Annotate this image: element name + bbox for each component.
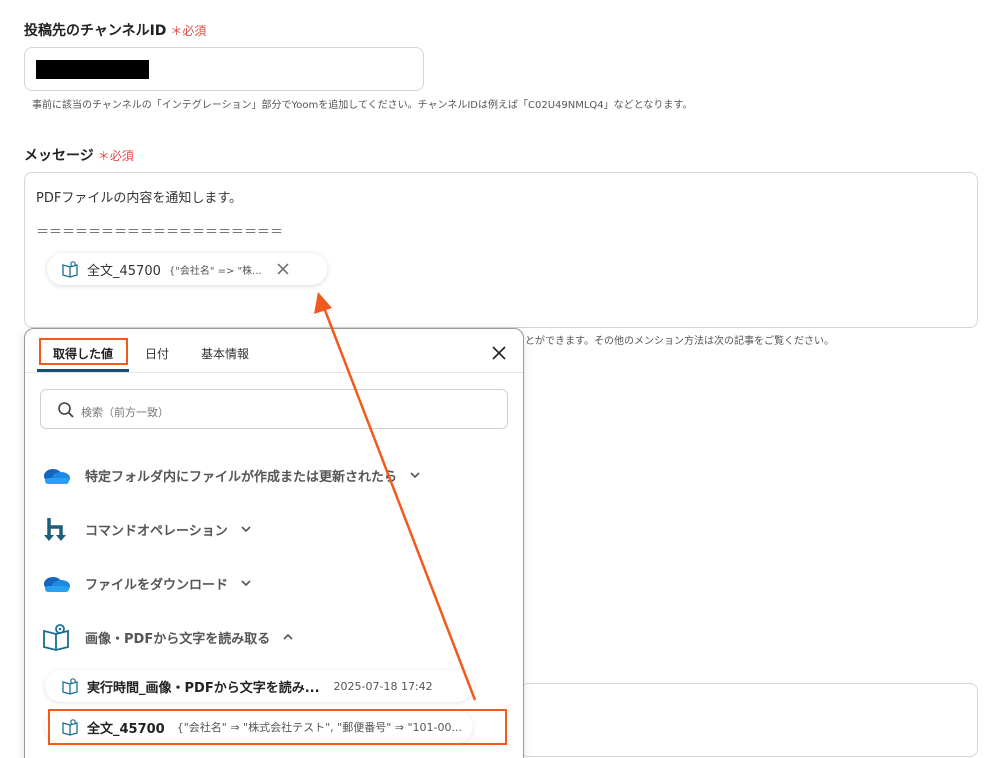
channel-id-label-text: 投稿先のチャンネルID (24, 23, 167, 39)
ocr-book-icon (41, 623, 71, 651)
output-name: 実行時間_画像・PDFから文字を読み... (87, 680, 320, 696)
step-label: ファイルをダウンロード (85, 577, 229, 593)
output-execution-time[interactable]: 実行時間_画像・PDFから文字を読み... 2025-07-18 17:42 (45, 670, 473, 702)
step-download-file[interactable]: ファイルをダウンロード (41, 569, 252, 597)
redacted-value (36, 60, 149, 79)
ocr-book-icon (62, 678, 78, 695)
chevron-up-icon (283, 633, 293, 640)
step-command-operation[interactable]: コマンドオペレーション (41, 515, 252, 543)
chevron-down-icon (241, 526, 251, 533)
required-badge: ＊必須 (97, 149, 134, 163)
mention-hint: とができます。その他のメンション方法は次の記事をご覧ください。 (525, 336, 834, 347)
search-input[interactable]: 検索（前方一致） (40, 389, 508, 429)
channel-id-label: 投稿先のチャンネルID ＊必須 (24, 20, 206, 40)
onedrive-cloud-icon (41, 569, 71, 597)
message-textarea[interactable]: PDFファイルの内容を通知します。 ＝＝＝＝＝＝＝＝＝＝＝＝＝＝＝＝＝＝＝ 全文… (24, 172, 978, 328)
variable-picker-panel: 取得した値 日付 基本情報 検索（前方一致） 特定フォルダ内にファイルが作成また… (24, 328, 524, 758)
channel-id-input[interactable] (24, 47, 424, 91)
tab-bar: 取得した値 日付 基本情報 (25, 329, 523, 373)
channel-id-hint: 事前に該当のチャンネルの「インテグレーション」部分でYoomを追加してください。… (32, 100, 693, 111)
variable-chip[interactable]: 全文_45700 {"会社名" => "株... (47, 253, 327, 285)
step-label: 特定フォルダ内にファイルが作成または更新されたら (85, 469, 398, 485)
search-icon (58, 402, 74, 418)
close-icon[interactable] (491, 345, 507, 361)
hidden-field[interactable] (520, 683, 978, 757)
ocr-book-icon (62, 261, 78, 278)
tab-highlight-box (39, 338, 128, 365)
active-tab-indicator (37, 369, 129, 372)
message-label-text: メッセージ (24, 148, 94, 164)
close-icon[interactable] (276, 262, 290, 276)
message-line-2: ＝＝＝＝＝＝＝＝＝＝＝＝＝＝＝＝＝＝＝ (36, 225, 284, 240)
step-label: コマンドオペレーション (85, 523, 228, 539)
step-label: 画像・PDFから文字を読み取る (85, 631, 271, 647)
output-highlight-box (48, 709, 507, 745)
branch-arrows-icon (41, 515, 71, 543)
tab-basic-info[interactable]: 基本情報 (201, 345, 249, 362)
chip-preview: {"会社名" => "株... (168, 265, 262, 277)
required-badge: ＊必須 (170, 24, 207, 38)
chevron-down-icon (410, 472, 420, 479)
step-trigger[interactable]: 特定フォルダ内にファイルが作成または更新されたら (41, 461, 421, 489)
search-placeholder: 検索（前方一致） (81, 406, 169, 419)
message-line-1: PDFファイルの内容を通知します。 (36, 191, 243, 206)
tab-date[interactable]: 日付 (145, 345, 169, 362)
chevron-down-icon (241, 580, 251, 587)
onedrive-cloud-icon (41, 461, 71, 489)
output-value: 2025-07-18 17:42 (333, 679, 433, 693)
message-label: メッセージ ＊必須 (24, 145, 134, 165)
chip-name: 全文_45700 (87, 263, 161, 279)
step-ocr[interactable]: 画像・PDFから文字を読み取る (41, 623, 294, 651)
